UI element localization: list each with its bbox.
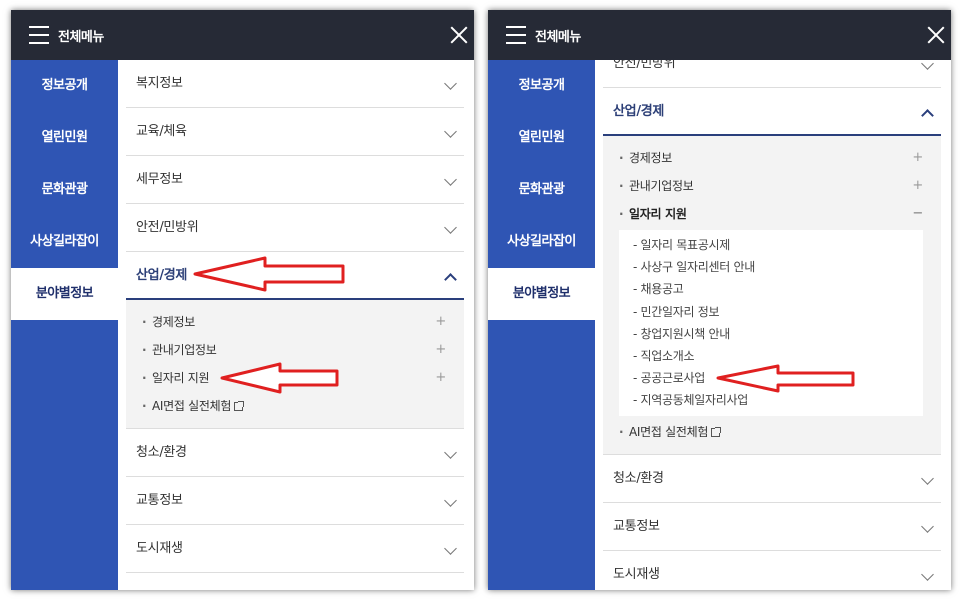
menu-row-welfare[interactable]: 복지정보 xyxy=(126,60,464,108)
menu-row-label: 청소/환경 xyxy=(613,470,664,486)
menu-content: 안전/민방위 산업/경제 경제정보 + 관내기업정보 + 일자리 지원 − - 일자리… xyxy=(595,60,951,590)
plus-icon[interactable]: + xyxy=(912,144,923,172)
hamburger-icon[interactable] xyxy=(506,26,526,44)
minus-icon[interactable]: − xyxy=(912,200,923,228)
submenu-item-label: 경제정보 xyxy=(152,315,195,329)
menu-row-education[interactable]: 교육/체육 xyxy=(126,108,464,156)
sidebar-item-info-disclosure[interactable]: 정보공개 xyxy=(488,60,595,112)
list-item[interactable]: - 지역공동체일자리사업 xyxy=(619,389,923,411)
submenu-item-local-companies[interactable]: 관내기업정보 + xyxy=(603,172,941,200)
list-item[interactable]: - 민간일자리 정보 xyxy=(619,301,923,323)
menu-title: 전체메뉴 xyxy=(535,30,581,45)
chevron-down-icon xyxy=(921,567,934,581)
menu-row-label: 교통정보 xyxy=(136,493,183,508)
submenu-item-label: AI면접 실전체험 xyxy=(629,424,709,439)
submenu-item-job-support[interactable]: 일자리 지원 + xyxy=(126,364,464,392)
chevron-down-icon xyxy=(444,125,457,138)
chevron-down-icon xyxy=(444,446,457,459)
menu-row-tax[interactable]: 세무정보 xyxy=(126,156,464,204)
sidebar: 정보공개 열린민원 문화관광 사상길라잡이 분야별정보 xyxy=(488,60,595,590)
sidebar-item-civil-service[interactable]: 열린민원 xyxy=(11,112,118,164)
chevron-down-icon xyxy=(444,494,457,507)
chevron-down-icon xyxy=(921,471,934,485)
submenu-industry-economy: 경제정보 + 관내기업정보 + 일자리 지원 − - 일자리 목표공시제 - 사상구 … xyxy=(603,136,941,455)
menu-row-urban-renewal[interactable]: 도시재생 xyxy=(603,551,941,591)
menu-row-label: 안전/민방위 xyxy=(613,60,676,71)
chevron-down-icon xyxy=(921,60,934,70)
submenu-item-local-companies[interactable]: 관내기업정보 + xyxy=(126,336,464,364)
menu-row-label: 도시재생 xyxy=(613,566,660,582)
plus-icon[interactable]: + xyxy=(912,172,923,200)
menu-header: 전체메뉴 xyxy=(11,10,474,60)
submenu-job-support-list: - 일자리 목표공시제 - 사상구 일자리센터 안내 - 채용공고 - 민간일자… xyxy=(619,230,923,416)
sidebar-item-guide[interactable]: 사상길라잡이 xyxy=(488,216,595,268)
menu-row-traffic[interactable]: 교통정보 xyxy=(126,477,464,525)
submenu-industry-economy: 경제정보 + 관내기업정보 + 일자리 지원 + AI면접 실전체험 xyxy=(126,300,464,429)
close-icon[interactable] xyxy=(448,24,470,46)
list-item[interactable]: - 창업지원시책 안내 xyxy=(619,323,923,345)
menu-row-traffic[interactable]: 교통정보 xyxy=(603,503,941,551)
menu-row-environment[interactable]: 청소/환경 xyxy=(126,429,464,477)
chevron-up-icon xyxy=(921,109,934,122)
menu-row-label: 세무정보 xyxy=(136,172,183,187)
plus-icon[interactable]: + xyxy=(435,364,446,392)
submenu-item-ai-interview[interactable]: AI면접 실전체험 xyxy=(603,418,941,446)
chevron-down-icon xyxy=(921,519,934,533)
list-item[interactable]: - 사상구 일자리센터 안내 xyxy=(619,256,923,278)
submenu-item-ai-interview[interactable]: AI면접 실전체험 xyxy=(126,392,464,420)
menu-row-environment[interactable]: 청소/환경 xyxy=(603,455,941,503)
menu-panel-right: 전체메뉴 정보공개 열린민원 문화관광 사상길라잡이 분야별정보 안전/민방위 … xyxy=(488,10,951,590)
menu-row-label: 안전/민방위 xyxy=(136,220,199,235)
external-link-icon xyxy=(711,426,722,437)
submenu-item-economy-info[interactable]: 경제정보 + xyxy=(126,308,464,336)
sidebar-item-civil-service[interactable]: 열린민원 xyxy=(488,112,595,164)
list-item[interactable]: - 채용공고 xyxy=(619,278,923,300)
list-item[interactable]: - 일자리 목표공시제 xyxy=(619,234,923,256)
submenu-item-label: 경제정보 xyxy=(629,151,672,165)
menu-row-label: 산업/경제 xyxy=(613,104,665,119)
sidebar-item-culture-tour[interactable]: 문화관광 xyxy=(11,164,118,216)
plus-icon[interactable]: + xyxy=(435,308,446,336)
menu-row-industry-economy[interactable]: 산업/경제 xyxy=(126,252,464,300)
menu-row-urban-renewal[interactable]: 도시재생 xyxy=(126,525,464,573)
submenu-item-label: 관내기업정보 xyxy=(629,179,694,193)
menu-row-label: 도시재생 xyxy=(136,541,183,556)
external-link-icon xyxy=(234,401,245,411)
sidebar-item-guide[interactable]: 사상길라잡이 xyxy=(11,216,118,268)
hamburger-icon[interactable] xyxy=(29,26,49,44)
sidebar-item-field-info[interactable]: 분야별정보 xyxy=(11,268,118,320)
submenu-item-label: 일자리 지원 xyxy=(629,207,687,221)
submenu-item-label: AI면접 실전체험 xyxy=(152,399,232,413)
submenu-item-label: 일자리 지원 xyxy=(152,371,210,385)
sidebar-item-field-info[interactable]: 분야별정보 xyxy=(488,268,595,320)
chevron-down-icon xyxy=(444,77,457,90)
submenu-item-label: 관내기업정보 xyxy=(152,343,217,357)
plus-icon[interactable]: + xyxy=(435,336,446,364)
chevron-down-icon xyxy=(444,221,457,234)
sidebar-item-info-disclosure[interactable]: 정보공개 xyxy=(11,60,118,112)
close-icon[interactable] xyxy=(925,24,947,46)
list-item[interactable]: - 직업소개소 xyxy=(619,345,923,367)
menu-row-label: 산업/경제 xyxy=(136,268,188,283)
menu-content: 복지정보 교육/체육 세무정보 안전/민방위 산업/경제 경제정보 + 관내기업정… xyxy=(118,60,474,590)
menu-row-label: 교육/체육 xyxy=(136,124,187,139)
sidebar-item-culture-tour[interactable]: 문화관광 xyxy=(488,164,595,216)
menu-row-industry-economy[interactable]: 산업/경제 xyxy=(603,88,941,136)
menu-panel-left: 전체메뉴 정보공개 열린민원 문화관광 사상길라잡이 분야별정보 복지정보 교육… xyxy=(11,10,474,590)
submenu-item-economy-info[interactable]: 경제정보 + xyxy=(603,144,941,172)
sidebar: 정보공개 열린민원 문화관광 사상길라잡이 분야별정보 xyxy=(11,60,118,590)
menu-row-safety[interactable]: 안전/민방위 xyxy=(603,60,941,88)
list-item-public-works[interactable]: - 공공근로사업 xyxy=(619,367,923,389)
chevron-up-icon xyxy=(444,273,457,286)
menu-row-label: 복지정보 xyxy=(136,76,183,91)
menu-header: 전체메뉴 xyxy=(488,10,951,60)
menu-title: 전체메뉴 xyxy=(58,30,104,45)
chevron-down-icon xyxy=(444,173,457,186)
menu-row-label: 교통정보 xyxy=(613,518,660,534)
chevron-down-icon xyxy=(444,542,457,555)
menu-row-safety[interactable]: 안전/민방위 xyxy=(126,204,464,252)
submenu-item-job-support[interactable]: 일자리 지원 − xyxy=(603,200,941,228)
menu-row-label: 청소/환경 xyxy=(136,445,187,460)
